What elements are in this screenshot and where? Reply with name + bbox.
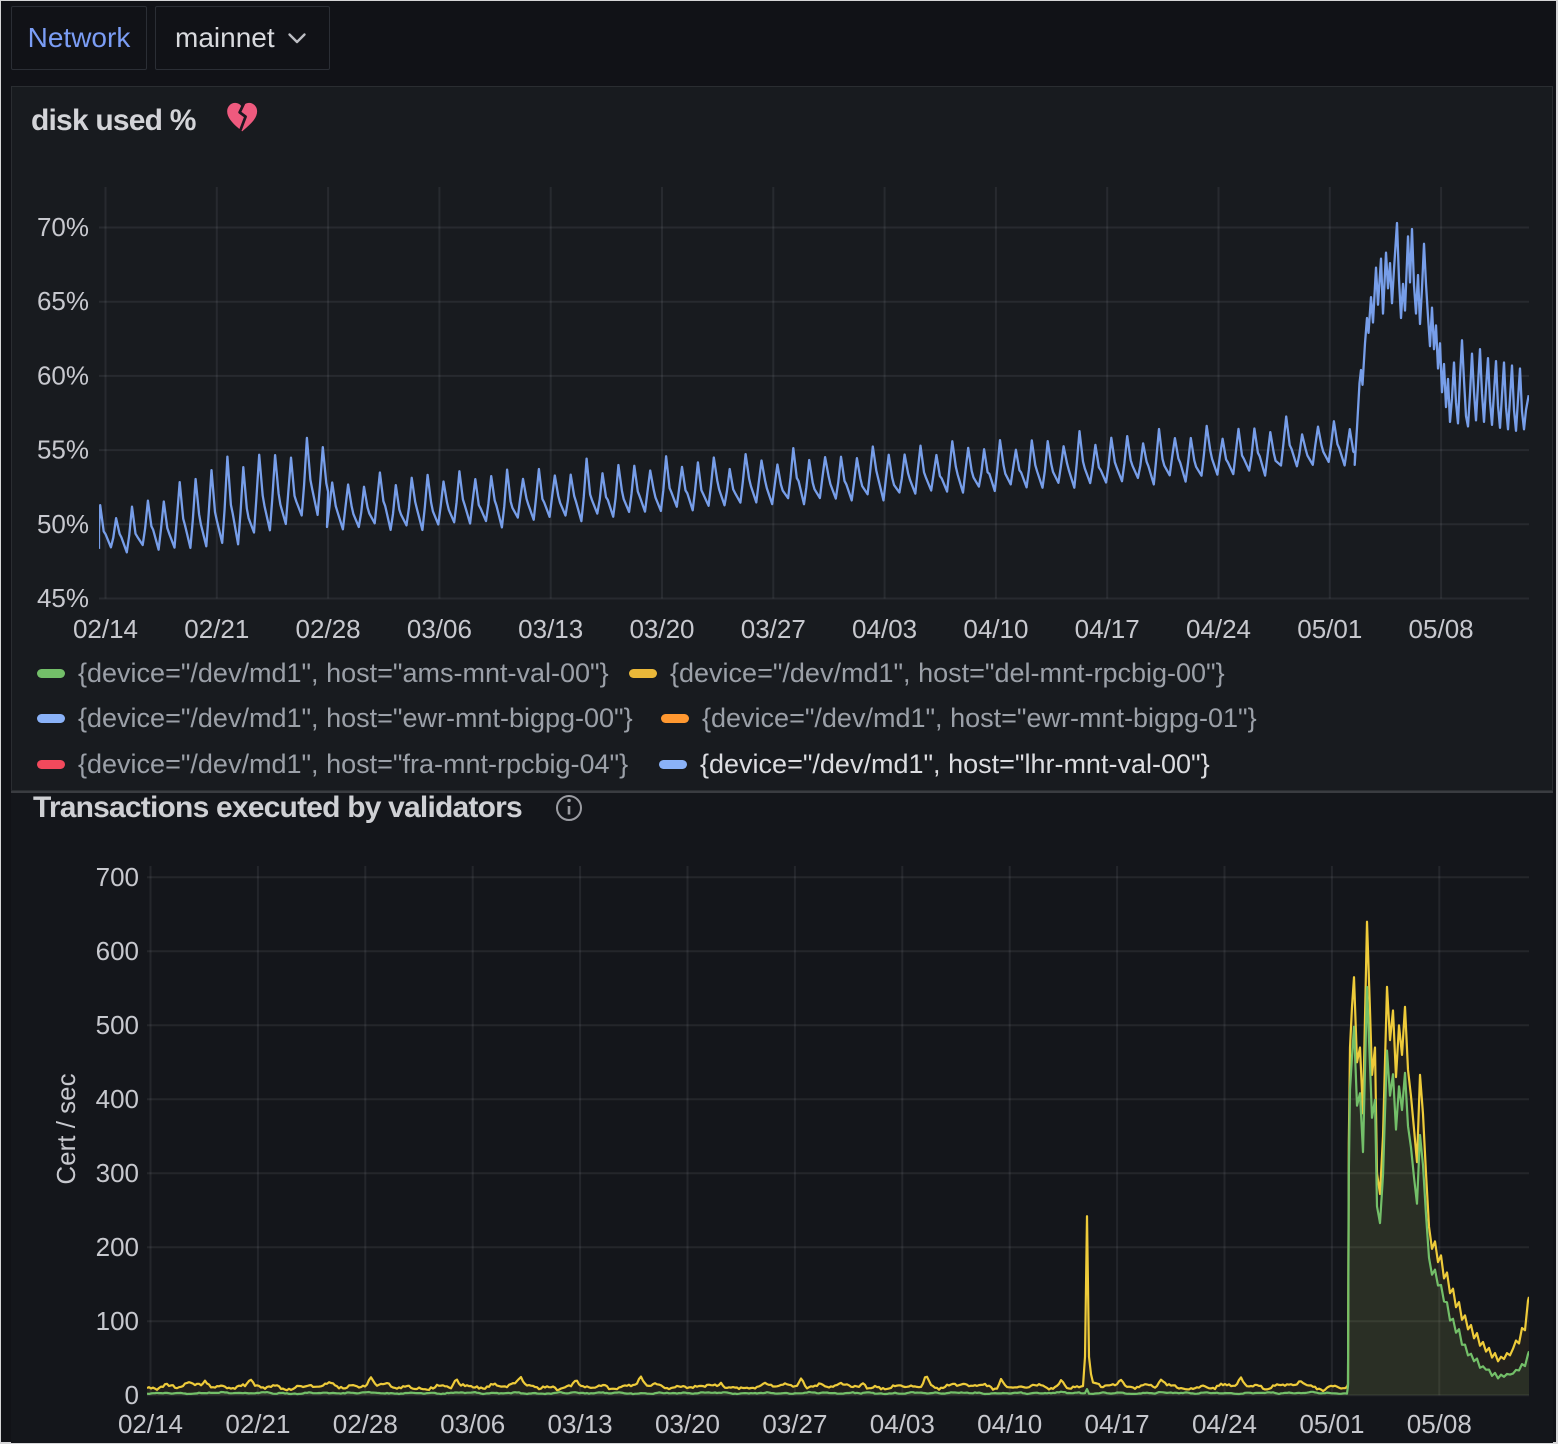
svg-text:02/28: 02/28 <box>296 614 361 644</box>
svg-text:04/17: 04/17 <box>1085 1409 1150 1439</box>
svg-text:03/06: 03/06 <box>407 614 472 644</box>
svg-text:03/13: 03/13 <box>548 1409 613 1439</box>
svg-text:03/20: 03/20 <box>629 614 694 644</box>
svg-text:0: 0 <box>125 1380 139 1410</box>
svg-text:04/03: 04/03 <box>852 614 917 644</box>
svg-text:400: 400 <box>96 1084 139 1114</box>
svg-text:03/27: 03/27 <box>741 614 806 644</box>
svg-text:45%: 45% <box>37 583 89 613</box>
svg-text:60%: 60% <box>37 360 89 390</box>
svg-text:500: 500 <box>96 1010 139 1040</box>
svg-text:03/20: 03/20 <box>655 1409 720 1439</box>
svg-text:02/21: 02/21 <box>184 614 249 644</box>
svg-text:04/24: 04/24 <box>1192 1409 1257 1439</box>
svg-text:55%: 55% <box>37 435 89 465</box>
svg-text:04/10: 04/10 <box>977 1409 1042 1439</box>
svg-text:50%: 50% <box>37 509 89 539</box>
svg-text:200: 200 <box>96 1232 139 1262</box>
svg-text:600: 600 <box>96 936 139 966</box>
svg-text:02/21: 02/21 <box>225 1409 290 1439</box>
svg-text:05/01: 05/01 <box>1297 614 1362 644</box>
svg-text:04/17: 04/17 <box>1075 614 1140 644</box>
svg-text:02/28: 02/28 <box>333 1409 398 1439</box>
svg-text:05/08: 05/08 <box>1407 1409 1472 1439</box>
svg-text:02/14: 02/14 <box>118 1409 183 1439</box>
svg-text:03/13: 03/13 <box>518 614 583 644</box>
svg-text:05/01: 05/01 <box>1299 1409 1364 1439</box>
svg-text:03/06: 03/06 <box>440 1409 505 1439</box>
svg-text:03/27: 03/27 <box>762 1409 827 1439</box>
svg-text:04/24: 04/24 <box>1186 614 1251 644</box>
svg-text:700: 700 <box>96 862 139 892</box>
svg-text:05/08: 05/08 <box>1409 614 1474 644</box>
svg-text:Cert / sec: Cert / sec <box>51 1073 81 1184</box>
svg-text:70%: 70% <box>37 212 89 242</box>
svg-text:04/10: 04/10 <box>963 614 1028 644</box>
svg-text:100: 100 <box>96 1306 139 1336</box>
svg-text:65%: 65% <box>37 286 89 316</box>
svg-text:300: 300 <box>96 1158 139 1188</box>
svg-text:02/14: 02/14 <box>73 614 138 644</box>
svg-text:04/03: 04/03 <box>870 1409 935 1439</box>
